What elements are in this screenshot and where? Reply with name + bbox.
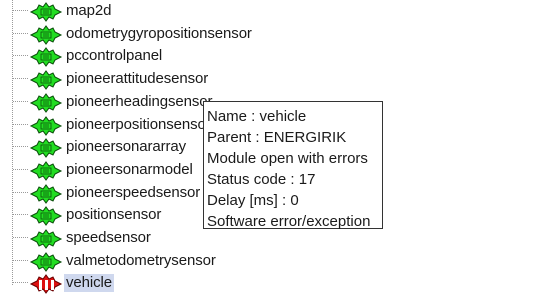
puzzle-green-icon xyxy=(29,47,63,68)
tree-connector xyxy=(13,78,28,80)
puzzle-green-icon xyxy=(29,92,63,113)
tree-item-label: positionsensor xyxy=(66,206,162,224)
tree-item-label: pioneerattitudesensor xyxy=(66,70,209,88)
tree-item-label: valmetodometrysensor xyxy=(66,251,216,269)
tree-connector xyxy=(13,237,28,238)
tree-item-label: pioneerheadingsensor xyxy=(66,92,213,110)
puzzle-green-icon xyxy=(29,138,63,159)
tooltip-name: Name : vehicle xyxy=(207,108,307,125)
puzzle-green-icon xyxy=(29,183,63,204)
tooltip-delay: Delay [ms] : 0 xyxy=(207,192,299,209)
tree-connector xyxy=(13,32,28,34)
tree-item-label: odometrygyropositionsensor xyxy=(66,24,252,42)
tree-item[interactable]: valmetodometrysensor xyxy=(0,250,360,272)
tree-connector xyxy=(13,168,28,170)
tree-connector xyxy=(13,214,28,216)
tooltip-state: Module open with errors xyxy=(207,150,368,167)
tree-item-label: speedsensor xyxy=(66,229,151,246)
tree-item[interactable]: vehicle xyxy=(0,272,360,295)
tree-item-label: pioneersonararray xyxy=(66,138,187,156)
tree-connector xyxy=(13,282,28,284)
tree-connector xyxy=(13,259,28,261)
tooltip-error: Software error/exception xyxy=(207,213,371,230)
tree-connector xyxy=(13,191,28,193)
tree-connector xyxy=(13,55,28,57)
tree-item-label: map2d xyxy=(66,2,112,19)
puzzle-green-icon xyxy=(29,24,63,45)
puzzle-green-icon xyxy=(29,161,63,181)
puzzle-green-icon xyxy=(29,2,63,22)
tree-connector xyxy=(13,146,28,148)
puzzle-red-icon xyxy=(29,274,63,295)
tree-item-label: pccontrolpanel xyxy=(66,47,163,65)
tree-item[interactable]: odometrygyropositionsensor xyxy=(0,23,360,45)
puzzle-green-icon xyxy=(29,229,63,249)
tree-connector xyxy=(13,100,28,102)
puzzle-green-icon xyxy=(29,251,63,272)
tree-item[interactable]: pioneerattitudesensor xyxy=(0,68,360,90)
tree-item-label: pioneerspeedsensor xyxy=(66,183,201,201)
tree-item-label: vehicle xyxy=(64,274,114,293)
tree-item-label: pioneersonarmodel xyxy=(66,160,193,178)
tree-item-label: pioneerpositionsensor xyxy=(66,115,211,133)
puzzle-green-icon xyxy=(29,206,63,227)
tooltip-status-code: Status code : 17 xyxy=(207,171,316,188)
puzzle-green-icon xyxy=(29,70,63,90)
tree-item[interactable]: pccontrolpanel xyxy=(0,45,360,68)
tree-item[interactable]: map2d xyxy=(0,0,360,22)
tooltip-parent: Parent : ENERGIRIK xyxy=(207,129,347,146)
module-tooltip: Name : vehicle Parent : ENERGIRIK Module… xyxy=(203,101,383,230)
tree-connector xyxy=(13,123,28,125)
tree-connector xyxy=(13,10,28,11)
puzzle-green-icon xyxy=(29,115,63,136)
